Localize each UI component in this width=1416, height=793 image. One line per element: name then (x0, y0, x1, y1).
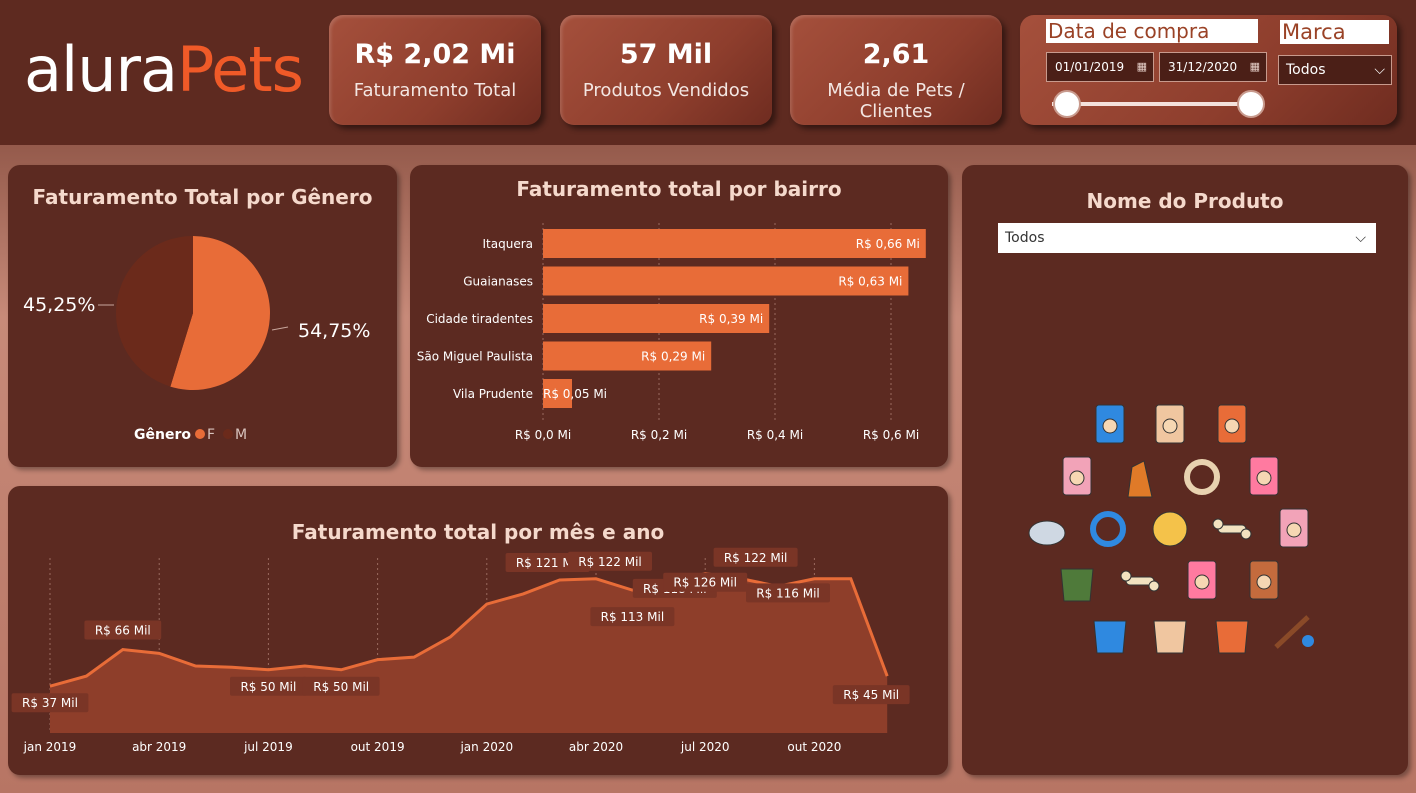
x-tick-label: R$ 0,2 Mi (631, 428, 687, 442)
kpi-label: Faturamento Total (353, 80, 517, 101)
bar-data-label: R$ 0,29 Mi (641, 350, 705, 364)
x-tick-label: R$ 0,6 Mi (863, 428, 919, 442)
data-label: R$ 45 Mil (843, 688, 899, 702)
toy-mouse-icon[interactable] (1028, 520, 1066, 546)
bone-toy-icon[interactable] (1120, 570, 1160, 592)
logo-text-pets: Pets (177, 33, 304, 106)
treat-bag-icon[interactable] (1187, 560, 1217, 600)
pet-coat-icon[interactable] (1093, 620, 1127, 654)
pet-coat-icon[interactable] (1060, 568, 1094, 602)
data-label: R$ 122 Mil (724, 551, 788, 565)
product-dropdown-value: Todos (1005, 230, 1045, 246)
brand-dropdown-value: Todos (1286, 62, 1326, 78)
dog-food-bag-blue-icon[interactable] (1095, 404, 1125, 444)
bone-snack-pack-icon[interactable] (1212, 518, 1252, 540)
x-tick-label: out 2019 (351, 740, 405, 754)
pie-data-label: 54,75% (298, 320, 370, 342)
product-icons-grid (1028, 404, 1314, 654)
date-end-input[interactable]: 31/12/2020 ▦ (1159, 52, 1267, 82)
x-tick-label: jul 2020 (680, 740, 730, 754)
data-label: R$ 37 Mil (22, 696, 78, 710)
legend-marker-M (223, 429, 233, 439)
gender-pie-chart: 54,75% 45,25% Gênero F M (23, 236, 370, 443)
leader-line (271, 326, 289, 331)
data-label: R$ 126 Mil (673, 576, 737, 590)
legend-label-F: F (207, 427, 215, 443)
bar-data-label: R$ 0,05 Mi (543, 387, 607, 401)
data-label: R$ 66 Mil (95, 624, 151, 638)
dog-food-bag-blue-icon[interactable] (1155, 404, 1185, 444)
brand-filter-title: Marca (1280, 20, 1389, 44)
x-tick-label: abr 2019 (132, 740, 186, 754)
logo-text-alura: alura (24, 33, 178, 106)
data-label: R$ 116 Mil (756, 586, 820, 600)
kpi-faturamento-total: R$ 2,02 Mi Faturamento Total (329, 15, 541, 125)
dog-food-bag-blue-icon[interactable] (1249, 456, 1279, 496)
month-area-chart: jan 2019 abr 2019 jul 2019 out 2019 jan 2020… (11, 547, 910, 754)
data-label: R$ 50 Mil (240, 680, 296, 694)
brand-dropdown[interactable]: Todos ⌵ (1278, 55, 1392, 85)
spiky-ball-icon[interactable] (1152, 511, 1188, 547)
pie-data-label: 45,25% (23, 294, 95, 316)
legend-title: Gênero (134, 427, 191, 443)
kpi-value: R$ 2,02 Mi (354, 39, 516, 70)
date-end-value: 31/12/2020 (1168, 60, 1238, 74)
x-tick-label: R$ 0,0 Mi (515, 428, 571, 442)
pet-clothes-hanger-icon[interactable] (1153, 620, 1187, 654)
legend-marker-F (195, 429, 205, 439)
leash-icon[interactable] (1274, 615, 1314, 649)
pet-collar-tag-icon[interactable] (1184, 459, 1220, 495)
alura-pets-logo: aluraPets (24, 30, 304, 110)
x-tick-label: jan 2019 (23, 740, 77, 754)
calendar-icon[interactable]: ▦ (1137, 53, 1147, 81)
bar-data-label: R$ 0,63 Mi (838, 275, 902, 289)
kpi-value: 2,61 (862, 39, 930, 70)
x-tick-label: jan 2020 (459, 740, 513, 754)
date-filter-title: Data de compra (1046, 19, 1258, 43)
bairro-bar-chart: R$ 0,0 Mi R$ 0,2 Mi R$ 0,4 Mi R$ 0,6 Mi Itaq… (417, 223, 926, 442)
panel-title: Nome do Produto (1086, 189, 1284, 213)
x-tick-label: jul 2019 (243, 740, 293, 754)
legend-label-M: M (235, 427, 247, 443)
y-tick-label: Guaianases (463, 275, 533, 289)
pet-food-bag-bone-icon[interactable] (1217, 404, 1247, 444)
data-label: R$ 50 Mil (313, 680, 369, 694)
x-tick-label: out 2020 (787, 740, 841, 754)
chevron-down-icon: ⌵ (1374, 62, 1385, 78)
pet-food-bag-bone-icon[interactable] (1279, 508, 1309, 548)
bar-data-label: R$ 0,66 Mi (856, 237, 920, 251)
bar-data-label: R$ 0,39 Mi (699, 312, 763, 326)
kpi-value: 57 Mil (619, 39, 713, 70)
date-range-slider[interactable] (1052, 102, 1252, 106)
date-start-input[interactable]: 01/01/2019 ▦ (1046, 52, 1154, 82)
slider-start-handle[interactable] (1053, 90, 1081, 118)
x-tick-label: abr 2020 (569, 740, 623, 754)
kpi-label: Produtos Vendidos (582, 80, 750, 101)
dog-collar-icon[interactable] (1090, 511, 1126, 547)
y-tick-label: Itaquera (483, 237, 534, 251)
kpi-media-pets-clientes: 2,61 Média de Pets / Clientes (790, 15, 1002, 125)
chevron-down-icon: ⌵ (1355, 230, 1366, 246)
pet-clothes-hanger-icon[interactable] (1215, 620, 1249, 654)
canned-food-icon[interactable] (1249, 560, 1279, 600)
data-label: R$ 113 Mil (601, 610, 665, 624)
y-tick-label: Cidade tiradentes (426, 312, 533, 326)
product-dropdown[interactable]: Todos ⌵ (998, 223, 1376, 253)
pet-food-bag-bone-icon[interactable] (1062, 456, 1092, 496)
y-tick-label: Vila Prudente (453, 387, 533, 401)
calendar-icon[interactable]: ▦ (1250, 53, 1260, 81)
y-tick-label: São Miguel Paulista (417, 350, 533, 364)
date-start-value: 01/01/2019 (1055, 60, 1125, 74)
slider-end-handle[interactable] (1237, 90, 1265, 118)
x-tick-label: R$ 0,4 Mi (747, 428, 803, 442)
kpi-label: Média de Pets / Clientes (827, 80, 965, 122)
dog-figure-icon[interactable] (1127, 460, 1153, 498)
kpi-produtos-vendidos: 57 Mil Produtos Vendidos (560, 15, 772, 125)
data-label: R$ 122 Mil (578, 555, 642, 569)
